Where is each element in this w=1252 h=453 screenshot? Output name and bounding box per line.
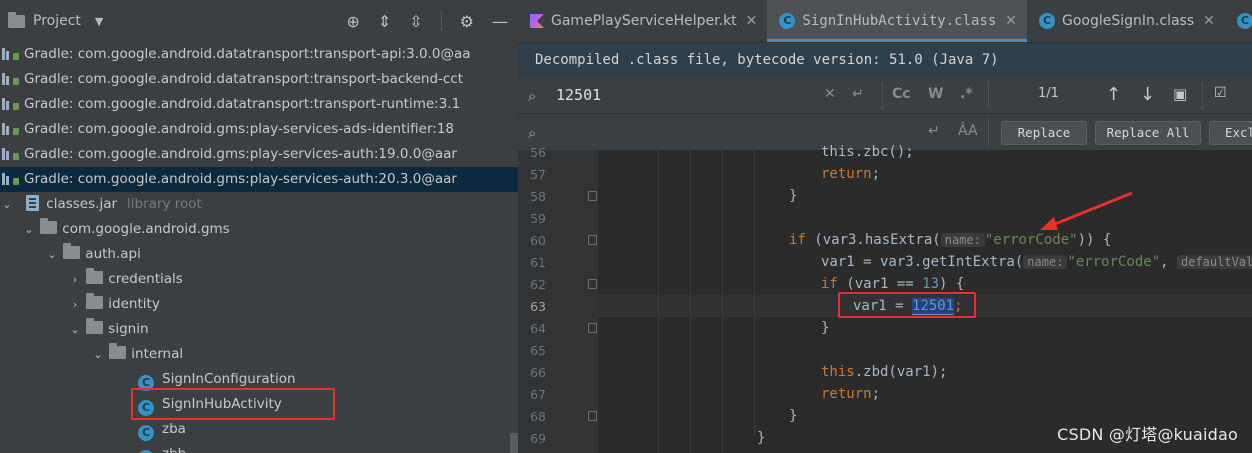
- tree-item-package[interactable]: › credentials: [0, 267, 518, 292]
- gradle-library-icon: [2, 96, 20, 110]
- folder-icon: [86, 318, 104, 334]
- folder-icon: [109, 343, 127, 359]
- gear-icon[interactable]: ⚙: [460, 12, 474, 31]
- tree-item-label: Gradle: com.google.android.datatransport…: [24, 96, 461, 112]
- project-panel-header: Project ▼ ⊕ ⇕ ⇳ ⚙ —: [0, 0, 518, 42]
- chevron-down-icon[interactable]: ⌄: [68, 317, 82, 342]
- tree-item-package[interactable]: ⌄ internal: [0, 342, 518, 367]
- tree-item-label: zbb: [162, 446, 186, 453]
- expand-all-icon[interactable]: ⇕: [378, 12, 391, 31]
- gradle-library-icon: [2, 171, 20, 185]
- tree-item-gradle[interactable]: Gradle: com.google.android.datatransport…: [0, 42, 518, 67]
- chevron-right-icon[interactable]: ›: [68, 292, 82, 317]
- tree-item-label: internal: [131, 346, 184, 362]
- collapse-all-icon[interactable]: ⇳: [409, 12, 422, 31]
- tree-item-package[interactable]: › identity: [0, 292, 518, 317]
- tree-item-gradle[interactable]: Gradle: com.google.android.gms:play-serv…: [0, 117, 518, 142]
- tree-item-jar[interactable]: ⌄ classes.jar library root: [0, 192, 518, 217]
- tree-item-gradle[interactable]: Gradle: com.google.android.gms:play-serv…: [0, 142, 518, 167]
- editor: GamePlayServiceHelper.kt ✕ C SignInHubAc…: [518, 0, 1252, 453]
- tree-item-label: Gradle: com.google.android.gms:play-serv…: [24, 121, 455, 137]
- watermark: CSDN @灯塔@kuaidao: [1057, 425, 1238, 444]
- tree-item-label: SignInConfiguration: [162, 371, 296, 387]
- annotation-arrow-icon: [1040, 191, 1133, 230]
- chevron-down-icon[interactable]: ⌄: [91, 342, 105, 367]
- gradle-library-icon: [2, 46, 20, 60]
- tree-item-label: signin: [108, 321, 149, 337]
- chevron-down-icon[interactable]: ⌄: [45, 242, 59, 267]
- tree-item-label: identity: [108, 296, 160, 312]
- library-root-note: library root: [127, 196, 202, 212]
- tree-item-class[interactable]: Czbb: [0, 442, 518, 453]
- annotation-highlight-box: [131, 388, 335, 420]
- chevron-right-icon[interactable]: ›: [68, 267, 82, 292]
- tree-item-label: Gradle: com.google.android.datatransport…: [24, 71, 464, 87]
- tree-item-gradle[interactable]: Gradle: com.google.android.datatransport…: [0, 67, 518, 92]
- tree-item-gradle-selected[interactable]: Gradle: com.google.android.gms:play-serv…: [0, 167, 518, 192]
- chevron-down-icon[interactable]: ▼: [95, 15, 103, 28]
- tree-item-label: classes.jar: [46, 196, 118, 212]
- tree-item-label: Gradle: com.google.android.gms:play-serv…: [24, 171, 457, 187]
- project-panel: Project ▼ ⊕ ⇕ ⇳ ⚙ — Gradle: com.google.a…: [0, 0, 518, 453]
- chevron-down-icon[interactable]: ⌄: [0, 192, 14, 217]
- jar-icon: [26, 195, 40, 211]
- folder-icon: [8, 11, 25, 28]
- locate-icon[interactable]: ⊕: [346, 12, 359, 31]
- minimize-icon[interactable]: —: [492, 12, 508, 31]
- tree-item-package[interactable]: ⌄ auth.api: [0, 242, 518, 267]
- gradle-library-icon: [2, 121, 20, 135]
- tree-item-package[interactable]: ⌄ signin: [0, 317, 518, 342]
- folder-icon: [86, 293, 104, 309]
- toolbar-divider: [440, 11, 442, 31]
- tree-item-package[interactable]: ⌄ com.google.android.gms: [0, 217, 518, 242]
- chevron-down-icon[interactable]: ⌄: [22, 217, 36, 242]
- tree-item-label: Gradle: com.google.android.gms:play-serv…: [24, 146, 457, 162]
- tree-item-gradle[interactable]: Gradle: com.google.android.datatransport…: [0, 92, 518, 117]
- folder-icon: [40, 218, 58, 234]
- tree-item-label: com.google.android.gms: [62, 221, 230, 237]
- tree-item-label: credentials: [108, 271, 183, 287]
- gradle-library-icon: [2, 71, 20, 85]
- folder-icon: [63, 243, 81, 259]
- tree-item-label: zba: [162, 421, 186, 437]
- tree-item-label: auth.api: [85, 246, 141, 262]
- project-panel-title[interactable]: Project: [33, 13, 81, 29]
- tree-item-class[interactable]: Czba: [0, 417, 518, 442]
- scrollbar-thumb[interactable]: [510, 433, 518, 453]
- folder-icon: [86, 268, 104, 284]
- class-icon: C: [138, 425, 154, 441]
- tree-item-label: Gradle: com.google.android.datatransport…: [24, 46, 471, 62]
- gradle-library-icon: [2, 146, 20, 160]
